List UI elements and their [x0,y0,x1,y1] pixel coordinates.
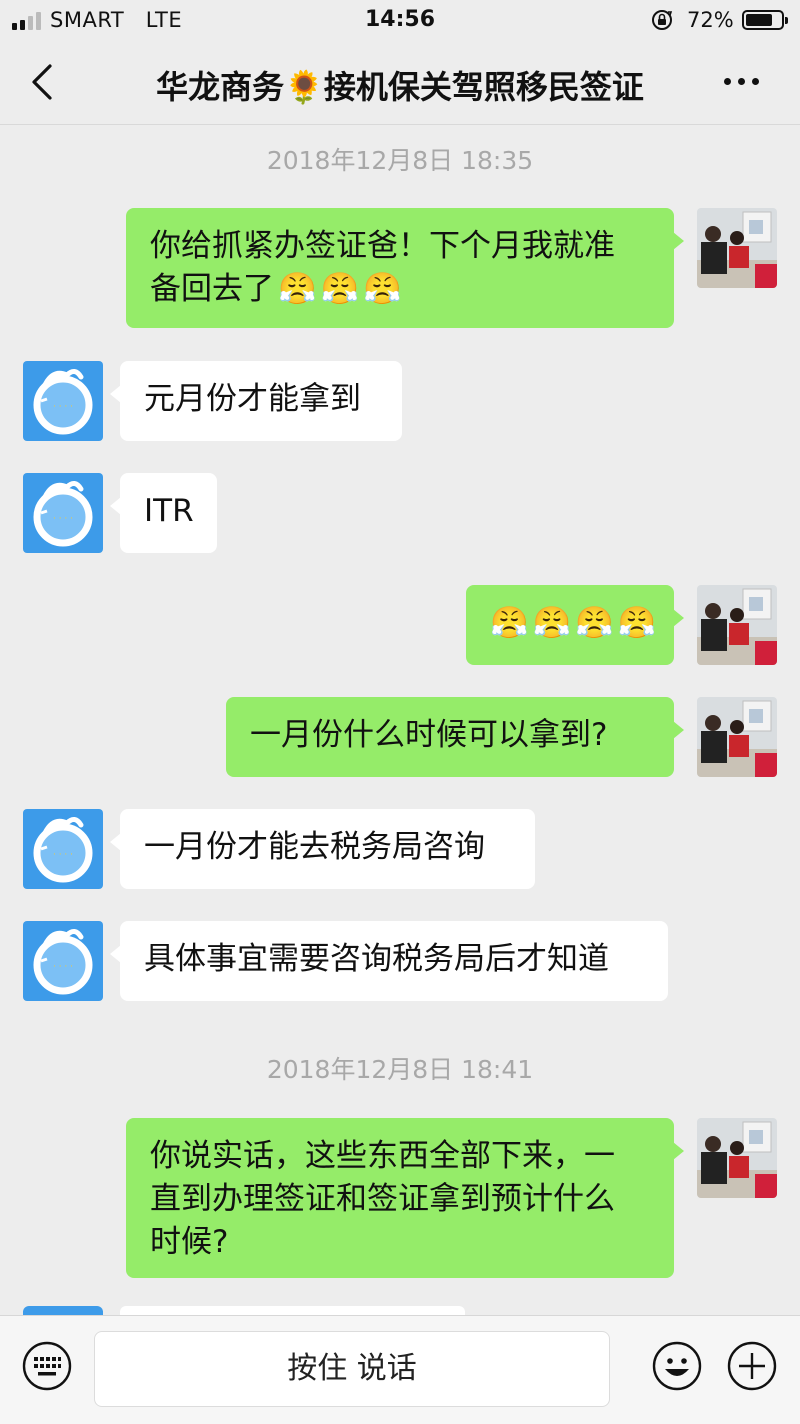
avatar[interactable] [697,585,777,665]
hold-to-talk-button[interactable]: 按住 说话 [94,1331,610,1407]
message-text: 一月份什么时候可以拿到? [250,717,608,753]
message-text: 一月份才能去税务局咨询 [144,829,485,865]
angry-face-emoji: 😤 [320,271,360,307]
message-bubble-outgoing[interactable]: 你说实话，这些东西全部下来，一 直到办理签证和签证拿到预计什么 时候? [126,1118,684,1278]
avatar[interactable]: · · · · [23,473,103,553]
sunflower-emoji: 🌻 [284,68,324,106]
smiley-icon[interactable] [652,1341,702,1391]
message-text: 直到办理签证和签证拿到预计什么 [150,1181,615,1217]
svg-text:· · · ·: · · · · [53,402,73,412]
dragon-logo-icon: · · · · [23,361,103,441]
battery-icon [742,10,788,30]
message-text: 元月份才能拿到 [144,381,361,417]
avatar[interactable] [697,208,777,288]
plus-circle-icon[interactable] [727,1341,777,1391]
avatar[interactable]: · · · · [23,921,103,1001]
message-bubble-outgoing[interactable]: 一月份什么时候可以拿到? [226,697,684,777]
message-bubble-outgoing[interactable]: 😤 😤 😤 😤 [466,585,684,665]
battery-percent: 72% [687,8,734,32]
input-bar: 按住 说话 [0,1315,800,1424]
message-bubble-incoming[interactable]: 元月份才能拿到 [110,361,402,441]
profile-photo-icon [697,585,777,665]
orientation-lock-icon [652,10,673,30]
status-time: 14:56 [364,7,436,32]
chat-title: 华龙商务🌻接机保关驾照移民签证 [156,68,644,106]
timestamp: 2018年12月8日 18:35 [266,146,534,175]
message-text: 备回去了 [150,271,274,307]
message-bubble-outgoing[interactable]: 你给抓紧办签证爸！下个月我就准 备回去了 😤 😤 😤 [126,208,684,328]
chevron-left-icon[interactable] [26,60,62,104]
message-bubble-incoming[interactable]: 一月份才能去税务局咨询 [110,809,535,889]
svg-text:· · · ·: · · · · [53,514,73,524]
message-bubble-incoming[interactable]: 具体事宜需要咨询税务局后才知道 [110,921,668,1001]
profile-photo-icon [697,208,777,288]
keyboard-icon[interactable] [22,1341,72,1391]
timestamp: 2018年12月8日 18:41 [266,1055,534,1084]
chat-header: 华龙商务🌻接机保关驾照移民签证 [0,42,800,125]
dragon-logo-icon: · · · · [23,809,103,889]
angry-face-emoji: 😤 [617,605,657,641]
angry-face-emoji: 😤 [490,605,529,641]
message-text: 你给抓紧办签证爸！下个月我就准 [150,228,615,264]
angry-face-emoji: 😤 [278,271,317,307]
svg-text:· · · ·: · · · · [53,962,73,972]
status-bar: SMART LTE 14:56 72% [0,0,800,42]
angry-face-emoji: 😤 [363,271,402,307]
dragon-logo-icon: · · · · [23,473,103,553]
avatar[interactable] [697,697,777,777]
message-bubble-incoming[interactable]: ITR [110,473,217,553]
profile-photo-icon [697,1118,777,1198]
avatar[interactable]: · · · · [23,809,103,889]
message-text: 时候? [150,1224,229,1260]
svg-text:· · · ·: · · · · [53,850,73,860]
message-text: ITR [144,493,194,529]
message-text: 你说实话，这些东西全部下来，一 [150,1138,615,1174]
angry-face-emoji: 😤 [575,605,614,641]
message-text: 具体事宜需要咨询税务局后才知道 [144,941,609,977]
avatar[interactable]: · · · · [23,361,103,441]
dragon-logo-icon: · · · · [23,921,103,1001]
more-dots-icon[interactable] [724,78,759,85]
profile-photo-icon [697,697,777,777]
angry-face-emoji: 😤 [532,605,572,641]
avatar[interactable] [697,1118,777,1198]
